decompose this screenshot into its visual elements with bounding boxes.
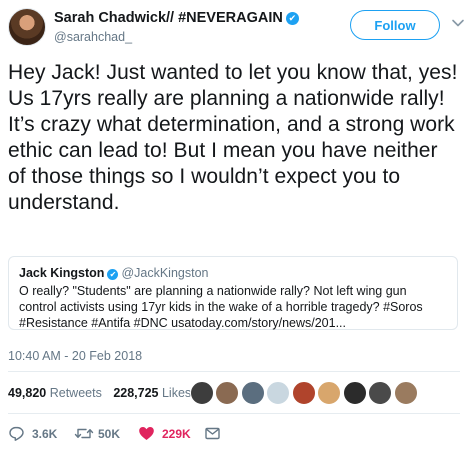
author-names: Sarah Chadwick// #NEVERAGAIN ✔ @sarahchad…	[54, 9, 299, 45]
divider	[8, 413, 460, 414]
verified-icon: ✔	[285, 12, 299, 25]
liker-avatar[interactable]	[291, 381, 316, 405]
divider	[8, 371, 460, 372]
quoted-tweet[interactable]: Jack Kingston ✔ @JackKingston O really? "S…	[8, 256, 458, 330]
like-count: 229K	[162, 427, 191, 441]
liker-avatar[interactable]	[342, 381, 367, 405]
tweet-timestamp[interactable]: 10:40 AM - 20 Feb 2018	[8, 349, 142, 363]
reply-icon	[9, 426, 24, 441]
liker-avatar[interactable]	[240, 381, 265, 405]
tweet-stats: 49,820 Retweets 228,725 Likes	[8, 384, 199, 402]
liker-avatar[interactable]	[266, 381, 291, 405]
tweet-header: Sarah Chadwick// #NEVERAGAIN ✔ @sarahchad…	[8, 8, 467, 54]
quoted-tweet-text: O really? "Students" are planning a nati…	[19, 284, 423, 330]
author-handle[interactable]: @sarahchad_	[54, 29, 299, 45]
retweets-label[interactable]: Retweets	[50, 386, 102, 400]
reply-count: 3.6K	[32, 427, 58, 441]
liker-avatar[interactable]	[190, 381, 214, 405]
quoted-verified-icon: ✔	[107, 269, 119, 280]
liker-avatar[interactable]	[215, 381, 240, 405]
likes-count[interactable]: 228,725	[113, 386, 158, 400]
quoted-display-name: Jack Kingston	[19, 266, 105, 280]
retweet-count: 50K	[98, 427, 121, 441]
author-display-name[interactable]: Sarah Chadwick// #NEVERAGAIN	[54, 10, 283, 26]
liker-avatar[interactable]	[317, 381, 342, 405]
author-display-name-row[interactable]: Sarah Chadwick// #NEVERAGAIN ✔	[54, 9, 299, 27]
retweets-count[interactable]: 49,820	[8, 386, 46, 400]
tweet-text: Hey Jack! Just wanted to let you know th…	[8, 61, 458, 214]
author-avatar[interactable]	[8, 8, 46, 46]
liker-avatars	[190, 381, 418, 405]
follow-button[interactable]: Follow	[350, 10, 440, 40]
likes-label[interactable]: Likes	[162, 386, 191, 400]
quoted-tweet-header: Jack Kingston ✔ @JackKingston	[19, 265, 447, 281]
liker-avatar[interactable]	[368, 381, 393, 405]
message-icon	[205, 427, 220, 440]
liker-avatar[interactable]	[393, 381, 418, 405]
heart-icon	[139, 427, 154, 440]
retweet-icon	[74, 428, 94, 439]
chevron-down-icon[interactable]	[451, 16, 465, 30]
quoted-handle: @JackKingston	[121, 266, 209, 280]
